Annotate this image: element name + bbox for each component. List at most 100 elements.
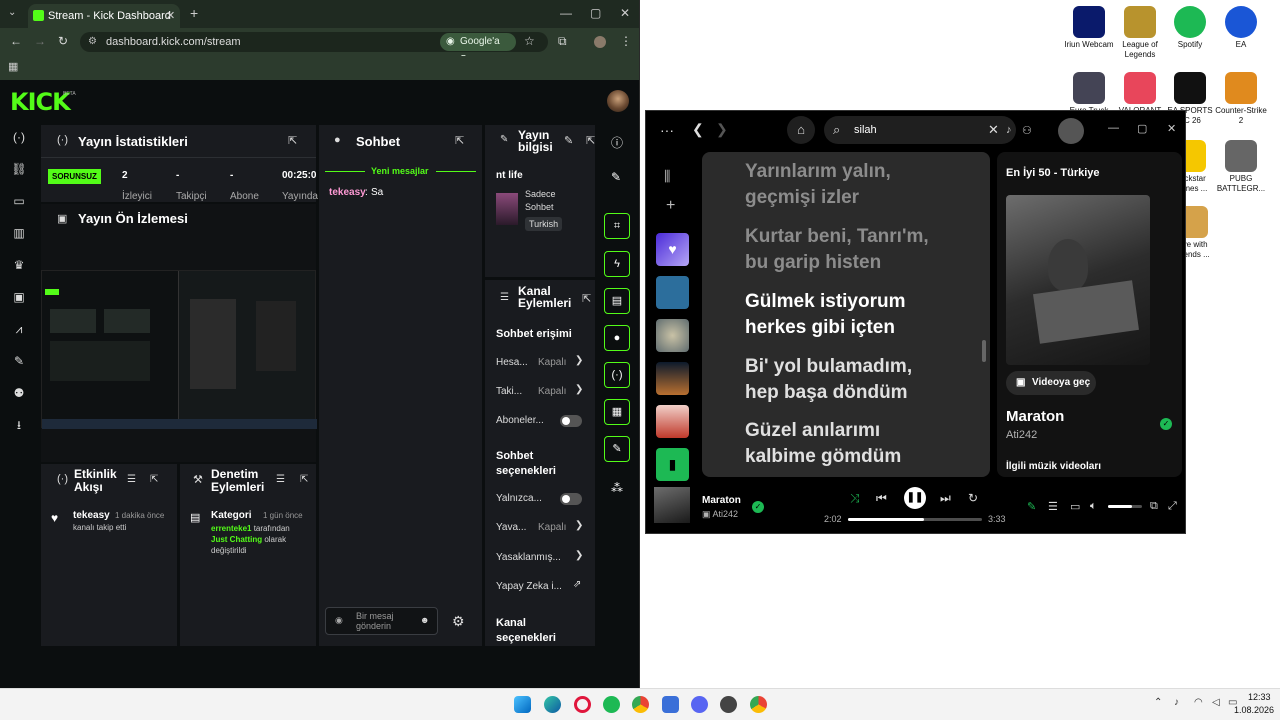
lyric-line[interactable]: geçmişi izler — [745, 185, 859, 211]
desktop-icon[interactable]: EA — [1213, 6, 1269, 50]
saved-check-icon[interactable]: ✓ — [752, 501, 764, 513]
song-title[interactable]: Maraton — [1006, 408, 1064, 425]
discord-icon[interactable] — [691, 696, 708, 713]
opera-icon[interactable] — [574, 696, 591, 713]
browser-tab[interactable]: Stream - Kick Dashboard ✕ — [28, 4, 180, 28]
playlist-thumb[interactable] — [656, 405, 689, 438]
playlist-name[interactable]: En İyi 50 - Türkiye — [1006, 167, 1100, 179]
lyric-line[interactable]: Güzel anılarımı — [745, 418, 880, 444]
tab-list-icon[interactable]: ⌄ — [8, 7, 16, 18]
chrome-active-icon[interactable] — [750, 696, 767, 713]
extensions-icon[interactable]: ⧉ — [558, 34, 567, 49]
playlist-thumb[interactable] — [656, 319, 689, 352]
kick-logo[interactable]: KICK — [10, 88, 71, 116]
analytics-icon[interactable]: ⩘ — [10, 320, 28, 338]
filter-icon[interactable]: ☰ — [127, 474, 136, 485]
miniplayer-icon[interactable]: ⧉ — [1150, 500, 1158, 513]
avatar[interactable] — [1058, 118, 1084, 144]
popout-icon[interactable]: ⇱ — [300, 474, 308, 485]
app-icon[interactable] — [662, 696, 679, 713]
users-icon[interactable]: ⚉ — [10, 384, 28, 402]
chat-bubble-button[interactable]: ● — [604, 325, 630, 351]
connect-device-icon[interactable]: ▭ — [1070, 500, 1080, 513]
info-circle-icon[interactable]: ⓘ — [611, 134, 623, 151]
chart-icon[interactable]: ▥ — [10, 224, 28, 242]
lyric-line-active[interactable]: Gülmek istiyorum — [745, 289, 906, 315]
chevron-right-icon[interactable]: ❯ — [575, 355, 583, 366]
action-row-label[interactable]: Yalnızca... — [496, 493, 542, 504]
wifi-icon[interactable]: ◠ — [1194, 697, 1203, 708]
chevron-right-icon[interactable]: ❯ — [575, 550, 583, 561]
layout-button[interactable]: ▦ — [604, 399, 630, 425]
desktop-icon[interactable]: Spotify — [1162, 6, 1218, 50]
external-chart-icon[interactable]: ⇗ — [573, 579, 581, 590]
lyric-line[interactable]: hep başa döndüm — [745, 380, 908, 406]
queue-icon[interactable]: ☰ — [1048, 500, 1058, 513]
pencil-icon[interactable]: ✎ — [611, 170, 621, 184]
profile-icon[interactable] — [594, 36, 606, 48]
volume-icon[interactable]: 🔈︎ — [1090, 500, 1097, 513]
playlist-thumb[interactable] — [656, 362, 689, 395]
liked-songs-icon[interactable]: ♥ — [656, 233, 689, 266]
action-row-label[interactable]: Aboneler... — [496, 415, 544, 426]
broadcast-icon[interactable]: (·) — [10, 128, 28, 146]
lyric-line[interactable]: Kurtar beni, Tanrı'm, — [745, 224, 929, 250]
bookmark-icon[interactable]: ▮ — [656, 448, 689, 481]
notes-button[interactable]: ▤ — [604, 288, 630, 314]
window-icon[interactable]: ▭ — [10, 192, 28, 210]
chat-settings-icon[interactable]: ⚙ — [452, 613, 465, 630]
desktop-icon[interactable]: League of Legends — [1112, 6, 1168, 60]
broadcast-button[interactable]: (·) — [604, 362, 630, 388]
speaker-icon[interactable]: ◁ — [1212, 697, 1220, 708]
smiley-icon[interactable]: ☻ — [420, 615, 429, 625]
add-icon[interactable]: + — [666, 197, 675, 215]
chrome-icon[interactable] — [632, 696, 649, 713]
avatar[interactable] — [607, 90, 629, 112]
clock-time[interactable]: 12:33 — [1248, 692, 1271, 702]
popout-icon[interactable]: ⇱ — [455, 134, 464, 147]
forward-icon[interactable]: ❯ — [716, 121, 728, 138]
shuffle-icon[interactable]: ⤨ — [850, 491, 860, 506]
filter-icon[interactable]: ☰ — [276, 474, 285, 485]
clock-date[interactable]: 1.08.2026 — [1234, 705, 1274, 715]
close-window-icon[interactable]: ✕ — [620, 6, 630, 20]
chat-input[interactable]: ◉ Bir mesaj gönderin ☻ — [325, 607, 438, 635]
edge-icon[interactable] — [544, 696, 561, 713]
steam-icon[interactable] — [720, 696, 737, 713]
progress-bar[interactable] — [848, 518, 982, 521]
lyric-line[interactable]: bu garip histen — [745, 250, 881, 276]
lyric-line-active[interactable]: herkes gibi içten — [745, 315, 895, 341]
clear-search-icon[interactable]: ✕ — [988, 116, 999, 144]
search-input[interactable]: ⌕ silah ✕ — [824, 116, 1016, 144]
popout-icon[interactable]: ⇱ — [582, 292, 591, 305]
activity-user[interactable]: tekeasy — [73, 510, 110, 521]
friends-icon[interactable]: ⚇ — [1022, 124, 1032, 137]
library-icon[interactable]: ⫼ — [664, 168, 670, 185]
trophy-icon[interactable]: ♛ — [10, 256, 28, 274]
lyric-line[interactable]: kalbime gömdüm — [745, 444, 901, 470]
desktop-icon[interactable]: Iriun Webcam — [1061, 6, 1117, 50]
link-icon[interactable]: ⛓ — [10, 160, 28, 178]
start-icon[interactable] — [514, 696, 531, 713]
lyric-line[interactable]: Bi' yol bulamadım, — [745, 354, 912, 380]
previous-icon[interactable]: ⏮ — [876, 491, 887, 506]
close-tab-icon[interactable]: ✕ — [166, 4, 175, 28]
maximize-icon[interactable]: ▢ — [1137, 122, 1147, 135]
minimize-icon[interactable]: — — [560, 6, 572, 20]
player-artist-name[interactable]: Ati242 — [713, 509, 739, 519]
next-icon[interactable]: ⏭ — [940, 491, 951, 506]
wrench-icon[interactable]: ✎ — [10, 352, 28, 370]
minimize-icon[interactable]: — — [1108, 122, 1119, 134]
mic-icon[interactable]: ♪ — [1174, 697, 1179, 708]
back-icon[interactable]: ← — [10, 34, 22, 48]
lyric-line[interactable]: Yarınlarım yalın, — [745, 159, 891, 185]
scrollbar[interactable] — [982, 340, 986, 362]
pause-button[interactable]: ❚❚ — [904, 487, 926, 509]
action-row-label[interactable]: Yava... — [496, 522, 526, 533]
switch-to-video-button[interactable]: ▣ Videoya geç — [1006, 371, 1096, 395]
action-row-label[interactable]: Hesa... — [496, 357, 528, 368]
chevron-up-icon[interactable]: ⌃ — [1154, 697, 1162, 708]
maximize-icon[interactable]: ▢ — [590, 6, 601, 20]
close-window-icon[interactable]: ✕ — [1167, 122, 1176, 135]
apps-grid-icon[interactable]: ▦ — [8, 60, 18, 73]
